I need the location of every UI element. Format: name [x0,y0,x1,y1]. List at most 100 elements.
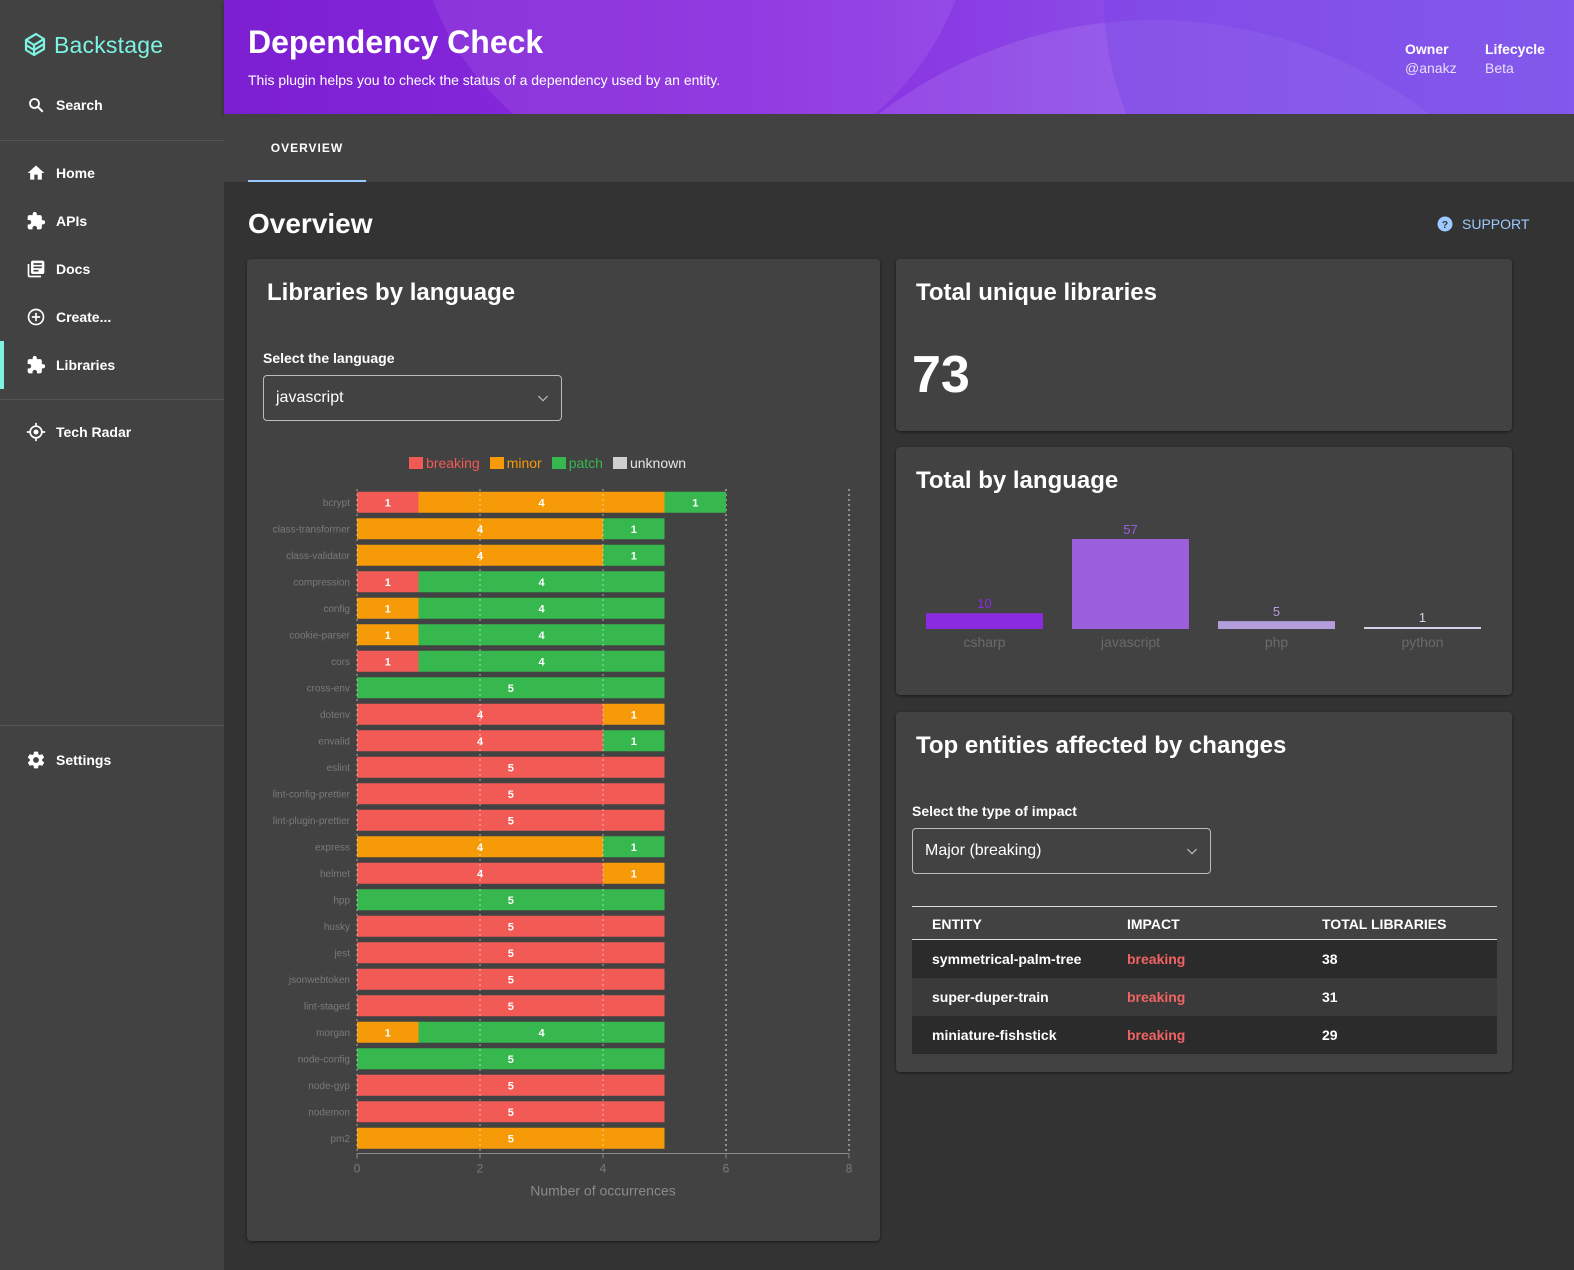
legend-item-unknown[interactable]: unknown [612,455,686,471]
chart-legend: breaking minor patch unknown [409,455,686,471]
column-header-impact[interactable]: IMPACT [1107,906,1302,940]
table-header-row: ENTITY IMPACT TOTAL LIBRARIES [912,906,1497,940]
add-circle-icon [26,307,46,327]
y-tick-label: node-config [298,1054,350,1065]
bar-value-label: 5 [508,1054,514,1066]
support-button[interactable]: ? SUPPORT [1436,215,1529,233]
brand-name: Backstage [54,31,164,58]
impact-cell: breaking [1107,1015,1302,1054]
y-tick-label: compression [293,577,350,588]
language-bar-chart: 10 csharp 57 javascript 5 php 1 python [926,522,1481,650]
search-icon [26,95,46,115]
x-tick-label: csharp [963,634,1005,650]
sidebar: Backstage Search Home APIs Docs Create..… [0,0,224,1270]
sidebar-search[interactable]: Search [0,81,224,129]
sidebar-divider [0,725,224,726]
card-title: Total unique libraries [916,279,1157,306]
table-row[interactable]: symmetrical-palm-tree breaking 38 [912,939,1497,978]
bar-value-label: 1 [631,550,637,562]
language-select-label: Select the language [263,350,395,366]
sidebar-item-docs[interactable]: Docs [0,245,224,293]
language-bar[interactable] [1364,627,1481,629]
entity-cell[interactable]: symmetrical-palm-tree [912,939,1107,978]
gear-icon [26,750,46,770]
tab-overview[interactable]: OVERVIEW [248,114,366,182]
sidebar-item-settings[interactable]: Settings [0,736,224,784]
impact-select-label: Select the type of impact [912,803,1077,819]
bar-value-label: 1 [385,577,391,589]
y-tick-label: config [323,604,350,615]
sidebar-item-apis[interactable]: APIs [0,197,224,245]
language-select-value: javascript [276,389,344,406]
bar-value-label: 4 [538,577,545,589]
sidebar-item-libraries[interactable]: Libraries [0,341,224,389]
lifecycle-value: Beta [1485,60,1514,76]
docs-icon [26,259,46,279]
card-title: Libraries by language [267,279,516,306]
y-tick-label: jsonwebtoken [288,975,350,986]
bar-value-label: 5 [508,921,514,933]
svg-text:?: ? [1442,219,1448,231]
table-row[interactable]: super-duper-train breaking 31 [912,977,1497,1016]
y-tick-label: jest [333,948,350,959]
y-tick-label: helmet [320,869,350,880]
column-header-entity[interactable]: ENTITY [912,906,1107,940]
card-title: Top entities affected by changes [916,732,1287,759]
sidebar-item-label: Create... [56,309,112,325]
sidebar-item-home[interactable]: Home [0,149,224,197]
legend-item-breaking[interactable]: breaking [409,455,480,471]
language-bar[interactable] [1218,621,1335,629]
bar-value-label: 1 [631,524,637,536]
sidebar-item-create[interactable]: Create... [0,293,224,341]
legend-label: breaking [426,455,480,471]
x-axis-label: Number of occurrences [530,1183,676,1199]
bar-value-label: 5 [508,683,514,695]
bar-value-label: 5 [508,762,514,774]
sidebar-item-tech-radar[interactable]: Tech Radar [0,408,224,456]
x-tick-label: 8 [846,1162,853,1176]
bar-value-label: 5 [508,1080,514,1092]
bar-value-label: 4 [477,842,484,854]
language-bar[interactable] [926,613,1043,629]
sidebar-item-label: Docs [56,261,91,277]
backstage-logo[interactable]: Backstage [22,30,163,60]
impact-cell: breaking [1107,977,1302,1016]
page-header: Dependency Check This plugin helps you t… [224,0,1574,114]
top-entities-card: Top entities affected by changes Select … [896,712,1512,1072]
libraries-bar-chart: bcrypt 1 4 1 class-transformer 4 1 class-valida… [273,489,853,1199]
entity-cell[interactable]: super-duper-train [912,977,1107,1016]
x-tick-label: python [1401,634,1443,650]
puzzle-icon [26,355,46,375]
bar-value-label: 1 [1419,610,1426,625]
legend-item-patch[interactable]: patch [551,455,603,471]
owner-value[interactable]: @anakz [1405,60,1457,76]
entity-cell[interactable]: miniature-fishstick [912,1015,1107,1054]
x-tick-label: 6 [723,1162,730,1176]
legend-swatch [612,457,627,469]
impact-select[interactable]: Major (breaking) [912,828,1211,874]
bar-value-label: 1 [631,736,637,748]
bar-value-label: 1 [692,497,698,509]
y-tick-label: hpp [333,895,350,906]
bar-value-label: 5 [508,789,514,801]
owner-meta[interactable]: Owner @anakz [1405,41,1457,76]
chevron-down-icon [537,395,549,402]
y-tick-label: bcrypt [323,498,350,509]
bar-value-label: 5 [508,1107,514,1119]
y-tick-label: cookie-parser [289,630,350,641]
language-bar[interactable] [1072,539,1189,629]
tab-indicator [248,180,366,182]
bar-value-label: 1 [385,630,391,642]
language-select[interactable]: javascript [263,375,562,421]
entities-table: ENTITY IMPACT TOTAL LIBRARIES symmetrica… [912,906,1497,1054]
content-title: Overview [248,208,373,239]
column-header-total[interactable]: TOTAL LIBRARIES [1302,906,1497,940]
legend-label: patch [568,455,603,471]
x-tick-label: 0 [354,1162,361,1176]
legend-item-minor[interactable]: minor [489,455,542,471]
table-row[interactable]: miniature-fishstick breaking 29 [912,1015,1497,1054]
y-tick-label: morgan [316,1028,350,1039]
total-by-language-card: Total by language 10 csharp 57 javascript 5 p… [896,447,1512,695]
legend-swatch [489,457,504,469]
y-tick-label: envalid [318,736,350,747]
